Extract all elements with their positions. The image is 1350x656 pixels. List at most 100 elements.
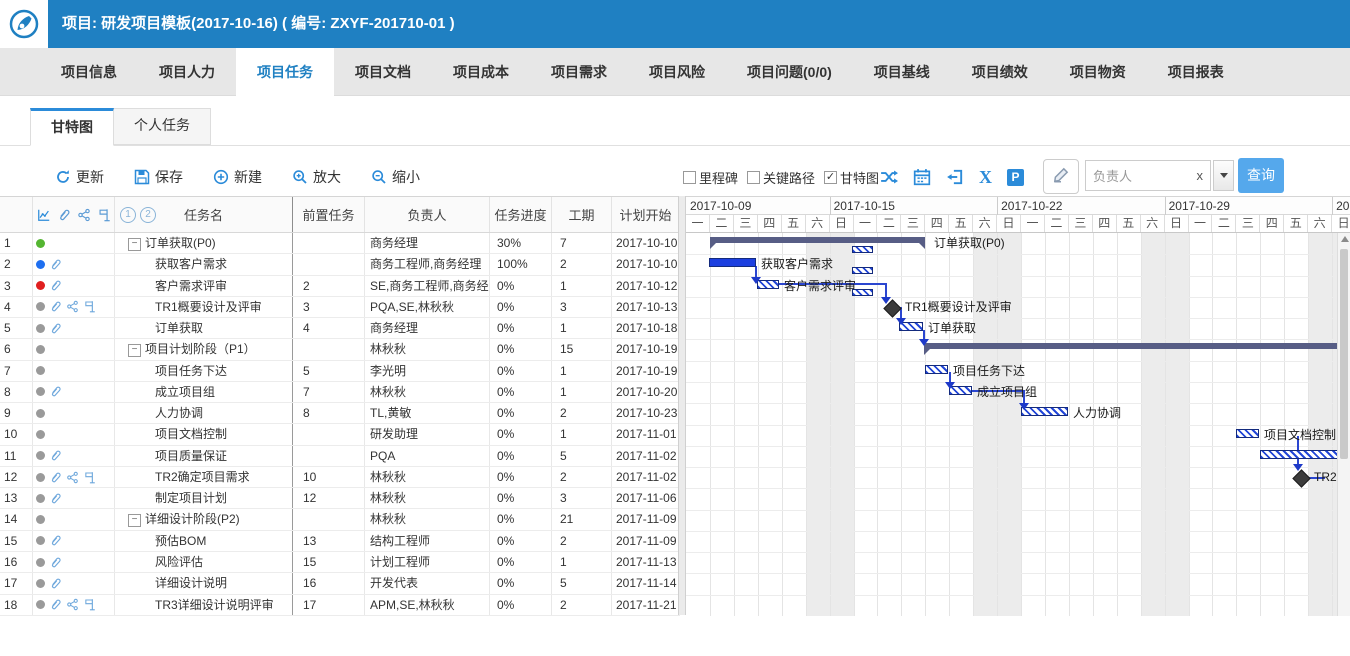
progress-cell[interactable]: 0% <box>490 403 552 423</box>
predecessor-cell[interactable]: 10 <box>293 467 365 487</box>
table-row[interactable]: 8成立项目组7林秋秋0%12017-10-20 <box>0 382 680 403</box>
share-icon[interactable] <box>66 300 79 313</box>
table-row[interactable]: 10项目文档控制研发助理0%12017-11-01 <box>0 424 680 445</box>
task-name-cell[interactable]: 人力协调 <box>115 403 293 423</box>
progress-cell[interactable]: 0% <box>490 297 552 317</box>
clip-icon[interactable] <box>49 598 62 611</box>
plan-start-cell[interactable]: 2017-11-01 <box>612 424 680 444</box>
main-tab[interactable]: 项目成本 <box>432 48 530 96</box>
flag-icon[interactable] <box>83 598 96 611</box>
collapse-icon[interactable]: − <box>128 238 141 251</box>
predecessor-cell[interactable]: 7 <box>293 382 365 402</box>
table-row[interactable]: 13制定项目计划12林秋秋0%32017-11-06 <box>0 488 680 509</box>
plan-start-cell[interactable]: 2017-11-02 <box>612 446 680 466</box>
duration-cell[interactable]: 1 <box>552 276 612 296</box>
clip-icon[interactable] <box>49 471 62 484</box>
clip-icon[interactable] <box>49 322 62 335</box>
progress-cell[interactable]: 0% <box>490 276 552 296</box>
gantt-task-bar[interactable] <box>925 365 948 374</box>
table-row[interactable]: 3客户需求评审2SE,商务工程师,商务经理0%12017-10-12 <box>0 276 680 297</box>
checkbox-box[interactable] <box>747 171 760 184</box>
plan-start-cell[interactable]: 2017-11-09 <box>612 509 680 529</box>
progress-cell[interactable]: 0% <box>490 361 552 381</box>
task-name-cell[interactable]: TR2确定项目需求 <box>115 467 293 487</box>
plan-start-cell[interactable]: 2017-11-02 <box>612 467 680 487</box>
plan-start-cell[interactable]: 2017-10-19 <box>612 339 680 359</box>
plan-start-cell[interactable]: 2017-10-19 <box>612 361 680 381</box>
table-row[interactable]: 4TR1概要设计及评审3PQA,SE,林秋秋0%32017-10-13 <box>0 297 680 318</box>
predecessor-cell[interactable]: 12 <box>293 488 365 508</box>
plan-start-cell[interactable]: 2017-10-18 <box>612 318 680 338</box>
table-row[interactable]: 5订单获取4商务经理0%12017-10-18 <box>0 318 680 339</box>
table-row[interactable]: 16风险评估15计划工程师0%12017-11-13 <box>0 552 680 573</box>
duration-cell[interactable]: 1 <box>552 361 612 381</box>
sub-tab[interactable]: 个人任务 <box>114 108 211 145</box>
task-name-cell[interactable]: 客户需求评审 <box>115 276 293 296</box>
duration-cell[interactable]: 21 <box>552 509 612 529</box>
plan-start-cell[interactable]: 2017-10-13 <box>612 297 680 317</box>
progress-cell[interactable]: 0% <box>490 424 552 444</box>
duration-cell[interactable]: 15 <box>552 339 612 359</box>
table-row[interactable]: 6−项目计划阶段（P1）林秋秋0%152017-10-19 <box>0 339 680 360</box>
duration-cell[interactable]: 2 <box>552 403 612 423</box>
header-plan-start[interactable]: 计划开始 <box>612 197 680 232</box>
duration-cell[interactable]: 1 <box>552 318 612 338</box>
main-tab[interactable]: 项目绩效 <box>951 48 1049 96</box>
task-name-cell[interactable]: −详细设计阶段(P2) <box>115 509 293 529</box>
checkbox-里程碑[interactable]: 里程碑 <box>683 168 738 187</box>
table-row[interactable]: 2获取客户需求商务工程师,商务经理100%22017-10-10 <box>0 254 680 275</box>
main-tab[interactable]: 项目信息 <box>40 48 138 96</box>
owner-cell[interactable]: 林秋秋 <box>365 509 490 529</box>
plan-start-cell[interactable]: 2017-10-20 <box>612 382 680 402</box>
chart-icon[interactable] <box>37 208 51 222</box>
plan-start-cell[interactable]: 2017-11-09 <box>612 531 680 551</box>
search-button[interactable]: 查询 <box>1238 158 1284 193</box>
clip-icon[interactable] <box>49 258 62 271</box>
owner-filter-select[interactable]: 负责人 x <box>1085 160 1211 191</box>
predecessor-cell[interactable]: 17 <box>293 595 365 615</box>
toolbar-button-zoom-out[interactable]: 缩小 <box>371 167 420 187</box>
checkbox-box[interactable]: ✓ <box>824 171 837 184</box>
task-name-cell[interactable]: 风险评估 <box>115 552 293 572</box>
main-tab[interactable]: 项目问题(0/0) <box>726 48 853 96</box>
app-logo[interactable] <box>0 0 48 48</box>
main-tab[interactable]: 项目物资 <box>1049 48 1147 96</box>
progress-cell[interactable]: 0% <box>490 467 552 487</box>
duration-cell[interactable]: 7 <box>552 233 612 253</box>
task-name-cell[interactable]: TR3详细设计说明评审 <box>115 595 293 615</box>
share-icon[interactable] <box>66 471 79 484</box>
sub-tab[interactable]: 甘特图 <box>30 108 114 146</box>
progress-cell[interactable]: 100% <box>490 254 552 274</box>
predecessor-cell[interactable]: 16 <box>293 573 365 593</box>
project-icon[interactable]: P <box>1007 169 1024 186</box>
header-task-name[interactable]: 1 2 任务名 <box>115 197 293 232</box>
progress-cell[interactable]: 0% <box>490 382 552 402</box>
main-tab[interactable]: 项目需求 <box>530 48 628 96</box>
plan-start-cell[interactable]: 2017-11-14 <box>612 573 680 593</box>
owner-filter-dropdown-button[interactable] <box>1213 160 1234 191</box>
main-tab[interactable]: 项目任务 <box>236 48 334 96</box>
collapse-icon[interactable]: − <box>128 344 141 357</box>
task-name-cell[interactable]: 订单获取 <box>115 318 293 338</box>
plan-start-cell[interactable]: 2017-11-06 <box>612 488 680 508</box>
task-name-cell[interactable]: 项目文档控制 <box>115 424 293 444</box>
task-name-cell[interactable]: 预估BOM <box>115 531 293 551</box>
main-tab[interactable]: 项目人力 <box>138 48 236 96</box>
progress-cell[interactable]: 0% <box>490 318 552 338</box>
flag-icon[interactable] <box>97 208 111 222</box>
share-icon[interactable] <box>66 598 79 611</box>
clip-icon[interactable] <box>49 279 62 292</box>
clip-icon[interactable] <box>49 449 62 462</box>
owner-cell[interactable]: 林秋秋 <box>365 339 490 359</box>
toolbar-button-refresh[interactable]: 更新 <box>55 167 104 187</box>
progress-cell[interactable]: 0% <box>490 573 552 593</box>
flag-icon[interactable] <box>83 471 96 484</box>
table-row[interactable]: 1−订单获取(P0)商务经理30%72017-10-10 <box>0 233 680 254</box>
owner-cell[interactable]: 林秋秋 <box>365 488 490 508</box>
predecessor-cell[interactable]: 15 <box>293 552 365 572</box>
progress-cell[interactable]: 0% <box>490 595 552 615</box>
task-name-cell[interactable]: 获取客户需求 <box>115 254 293 274</box>
calendar-icon[interactable] <box>913 168 931 186</box>
checkbox-甘特图[interactable]: ✓甘特图 <box>824 168 879 187</box>
checkbox-box[interactable] <box>683 171 696 184</box>
